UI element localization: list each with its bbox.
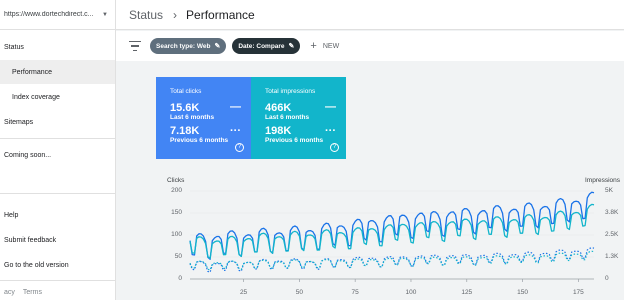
new-filter-button[interactable]: + NEW [310, 40, 339, 52]
series-line-clicks_previous [189, 247, 595, 273]
right-axis-tick: 1.3K [605, 253, 619, 260]
date-chip[interactable]: Date: Compare ✎ [232, 38, 301, 54]
chart-svg [189, 190, 595, 282]
solid-line-legend-icon: — [230, 101, 241, 113]
sidebar-footer: acy Terms [0, 289, 42, 296]
left-axis-tick: 50 [174, 253, 182, 260]
dotted-line-legend-icon: ··· [325, 125, 336, 137]
performance-chart: Clicks Impressions 200 150 100 50 0 5K 3.8K 2.5… [116, 160, 624, 300]
sidebar: https://www.dortechdirect.c... ▼ Status … [0, 0, 116, 300]
total-clicks-card[interactable]: Total clicks 15.6K — Last 6 months 7.18K… [156, 77, 251, 159]
sidebar-divider [0, 193, 115, 194]
left-axis-tick: 100 [171, 231, 182, 238]
right-axis-tick: 3.8K [605, 209, 619, 216]
dotted-line-legend-icon: ··· [230, 125, 241, 137]
page-header: Status › Performance [116, 0, 624, 30]
sidebar-item-coming-soon[interactable]: Coming soon... [0, 143, 115, 167]
x-axis-tick: 125 [461, 289, 473, 296]
privacy-link[interactable]: acy [4, 289, 15, 296]
edit-pencil-icon: ✎ [288, 43, 295, 50]
series-line-impressions_previous [189, 250, 595, 271]
chevron-right-icon: › [173, 7, 178, 22]
right-axis-tick: 5K [605, 187, 613, 194]
sidebar-item-index-coverage[interactable]: Index coverage [0, 85, 115, 109]
property-selector[interactable]: https://www.dortechdirect.c... ▼ [0, 0, 115, 30]
sidebar-divider [0, 138, 115, 139]
filter-bar: Search type: Web ✎ Date: Compare ✎ + NEW [116, 31, 624, 61]
left-axis-tick: 150 [171, 209, 182, 216]
sidebar-item-status[interactable]: Status [0, 35, 115, 59]
sidebar-item-help[interactable]: Help [0, 203, 115, 227]
x-axis-tick: 75 [351, 289, 359, 296]
card-title: Total clicks [170, 88, 202, 95]
terms-link[interactable]: Terms [23, 289, 42, 296]
total-impressions-card[interactable]: Total impressions 466K — Last 6 months 1… [251, 77, 346, 159]
search-type-label: Search type: Web [156, 42, 211, 50]
right-axis-tick: 0 [605, 275, 609, 282]
right-axis-tick: 2.5K [605, 231, 619, 238]
date-label: Date: Compare [238, 42, 285, 50]
edit-pencil-icon: ✎ [214, 43, 221, 50]
sidebar-item-sitemaps[interactable]: Sitemaps [0, 110, 115, 134]
help-icon[interactable]: ? [330, 143, 339, 152]
x-axis-tick: 100 [405, 289, 417, 296]
card-current-label: Last 6 months [265, 114, 310, 121]
search-type-chip[interactable]: Search type: Web ✎ [150, 38, 227, 54]
solid-line-legend-icon: — [325, 101, 336, 113]
card-title: Total impressions [265, 88, 316, 95]
x-axis-tick: 150 [517, 289, 528, 296]
page-title: Performance [186, 7, 255, 22]
dropdown-caret-icon: ▼ [102, 11, 108, 18]
x-axis-tick: 175 [572, 289, 584, 296]
plus-icon: + [310, 40, 317, 52]
sidebar-item-old-version[interactable]: Go to the old version [0, 253, 115, 277]
series-line-impressions_last [189, 203, 595, 260]
sidebar-item-performance[interactable]: Performance [0, 60, 115, 84]
property-url: https://www.dortechdirect.c... [4, 11, 94, 18]
x-axis-tick: 50 [295, 289, 303, 296]
sidebar-divider [0, 280, 115, 281]
card-current-label: Last 6 months [170, 114, 215, 121]
x-axis-tick: 25 [239, 289, 248, 296]
filter-icon[interactable] [129, 41, 141, 51]
new-filter-label: NEW [322, 42, 340, 50]
left-axis-tick: 0 [178, 275, 182, 282]
sidebar-item-submit-feedback[interactable]: Submit feedback [0, 228, 115, 252]
help-icon[interactable]: ? [235, 143, 244, 152]
breadcrumb-status[interactable]: Status [129, 8, 163, 22]
left-axis-tick: 200 [171, 187, 182, 194]
